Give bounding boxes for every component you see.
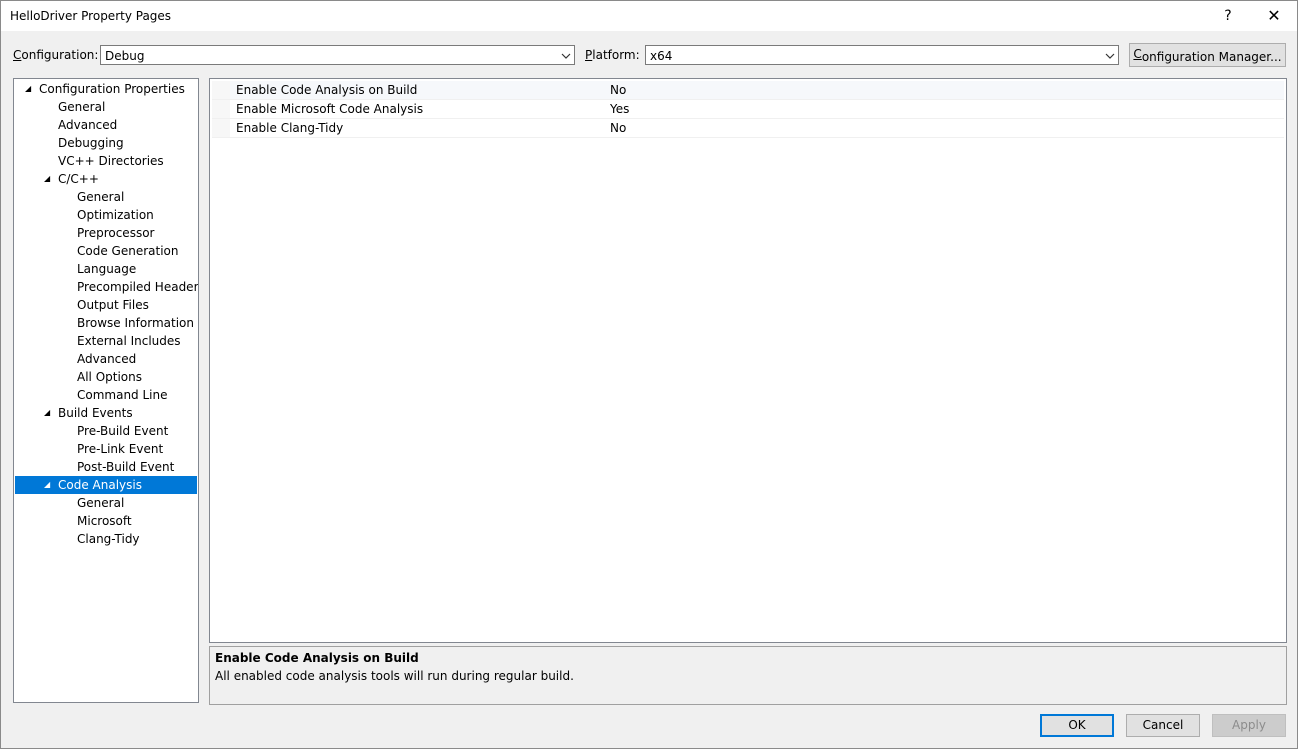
configuration-combo[interactable]: Debug [100, 45, 575, 65]
tree-item[interactable]: ◢ C/C++ [15, 170, 197, 188]
property-name: Enable Clang-Tidy [236, 121, 344, 135]
tree-item[interactable]: ◢ Code Analysis [15, 476, 197, 494]
help-icon: ? [1224, 8, 1232, 24]
property-name: Enable Code Analysis on Build [236, 83, 418, 97]
tree-item-label: Output Files [77, 298, 149, 312]
tree-item[interactable]: Precompiled Headers [15, 278, 199, 296]
tree-item-label: General [77, 496, 125, 510]
title-bar: HelloDriver Property Pages ? ✕ [1, 1, 1297, 31]
tree-item[interactable]: Clang-Tidy [15, 530, 197, 548]
property-value[interactable]: Yes [610, 102, 629, 116]
tree-item-label: General [58, 100, 106, 114]
tree-item-label: Advanced [58, 118, 118, 132]
tree-item-label: Microsoft [77, 514, 132, 528]
tree-item-label: All Options [77, 370, 142, 384]
tree-item-label: Browse Information [77, 316, 194, 330]
tree-item[interactable]: ◢ Configuration Properties [15, 80, 197, 98]
expand-arrow-icon[interactable]: ◢ [44, 170, 50, 188]
platform-combo[interactable]: x64 [645, 45, 1119, 65]
tree-item[interactable]: Command Line [15, 386, 197, 404]
expand-arrow-icon[interactable]: ◢ [44, 476, 50, 494]
platform-value: x64 [650, 49, 673, 63]
expand-arrow-icon[interactable]: ◢ [25, 80, 31, 98]
tree-item[interactable]: General [15, 98, 197, 116]
tree-item[interactable]: All Options [15, 368, 197, 386]
tree-item-label: Code Generation [77, 244, 179, 258]
property-value[interactable]: No [610, 121, 626, 135]
description-panel: Enable Code Analysis on Build All enable… [209, 646, 1287, 705]
tree-item-label: C/C++ [58, 172, 99, 186]
tree-item[interactable]: VC++ Directories [15, 152, 197, 170]
tree-item[interactable]: External Includes [15, 332, 197, 350]
expand-arrow-icon[interactable]: ◢ [44, 404, 50, 422]
tree-item-label: Command Line [77, 388, 168, 402]
tree-item-label: Configuration Properties [39, 82, 185, 96]
tree-item[interactable]: General [15, 188, 197, 206]
row-gutter [212, 100, 230, 118]
property-row[interactable]: Enable Microsoft Code Analysis Yes [212, 100, 1284, 119]
tree-item-label: Clang-Tidy [77, 532, 140, 546]
apply-button[interactable]: Apply [1212, 714, 1286, 737]
row-gutter [212, 81, 230, 99]
tree-item-label: Preprocessor [77, 226, 155, 240]
property-value[interactable]: No [610, 83, 626, 97]
tree-item-label: Code Analysis [58, 478, 142, 492]
description-title: Enable Code Analysis on Build [215, 651, 419, 665]
tree-item-label: General [77, 190, 125, 204]
tree-item-label: External Includes [77, 334, 181, 348]
tree-item-label: Pre-Link Event [77, 442, 164, 456]
property-name: Enable Microsoft Code Analysis [236, 102, 424, 116]
tree-item-label: Debugging [58, 136, 124, 150]
close-button[interactable]: ✕ [1251, 1, 1297, 31]
platform-label: Platform: [585, 48, 640, 62]
configuration-label: Configuration: [13, 48, 99, 62]
property-tree[interactable]: ◢ Configuration Properties General Advanced… [13, 78, 199, 703]
ok-button[interactable]: OK [1040, 714, 1114, 737]
tree-item-label: Build Events [58, 406, 133, 420]
property-grid[interactable]: Enable Code Analysis on Build No Enable Mi… [209, 78, 1287, 643]
help-button[interactable]: ? [1205, 1, 1251, 31]
tree-item-label: Post-Build Event [77, 460, 175, 474]
tree-item[interactable]: Code Generation [15, 242, 197, 260]
description-text: All enabled code analysis tools will run… [215, 669, 574, 683]
tree-item-label: VC++ Directories [58, 154, 164, 168]
tree-item-label: Advanced [77, 352, 137, 366]
row-gutter [212, 119, 230, 137]
tree-item[interactable]: Pre-Build Event [15, 422, 197, 440]
tree-item-label: Precompiled Headers [77, 280, 199, 294]
tree-item-label: Optimization [77, 208, 154, 222]
tree-item[interactable]: Debugging [15, 134, 197, 152]
tree-item[interactable]: Optimization [15, 206, 197, 224]
tree-item[interactable]: General [15, 494, 197, 512]
window-title: HelloDriver Property Pages [10, 9, 172, 23]
tree-item[interactable]: Pre-Link Event [15, 440, 197, 458]
property-pages-dialog: HelloDriver Property Pages ? ✕ Configura… [0, 0, 1298, 749]
property-row[interactable]: Enable Code Analysis on Build No [212, 81, 1284, 100]
property-row[interactable]: Enable Clang-Tidy No [212, 119, 1284, 138]
tree-item-label: Language [77, 262, 137, 276]
tree-item-label: Pre-Build Event [77, 424, 169, 438]
tree-item[interactable]: Language [15, 260, 197, 278]
configuration-value: Debug [105, 49, 145, 63]
chevron-down-icon [561, 53, 571, 59]
tree-item[interactable]: Browse Information [15, 314, 197, 332]
tree-item[interactable]: Advanced [15, 350, 197, 368]
tree-item[interactable]: Microsoft [15, 512, 197, 530]
configuration-manager-button[interactable]: Configuration Manager... [1129, 43, 1286, 67]
tree-item[interactable]: ◢ Build Events [15, 404, 197, 422]
tree-item[interactable]: Post-Build Event [15, 458, 197, 476]
tree-item[interactable]: Preprocessor [15, 224, 197, 242]
tree-item[interactable]: Output Files [15, 296, 197, 314]
close-icon: ✕ [1267, 6, 1281, 25]
cancel-button[interactable]: Cancel [1126, 714, 1200, 737]
tree-item[interactable]: Advanced [15, 116, 197, 134]
chevron-down-icon [1105, 53, 1115, 59]
